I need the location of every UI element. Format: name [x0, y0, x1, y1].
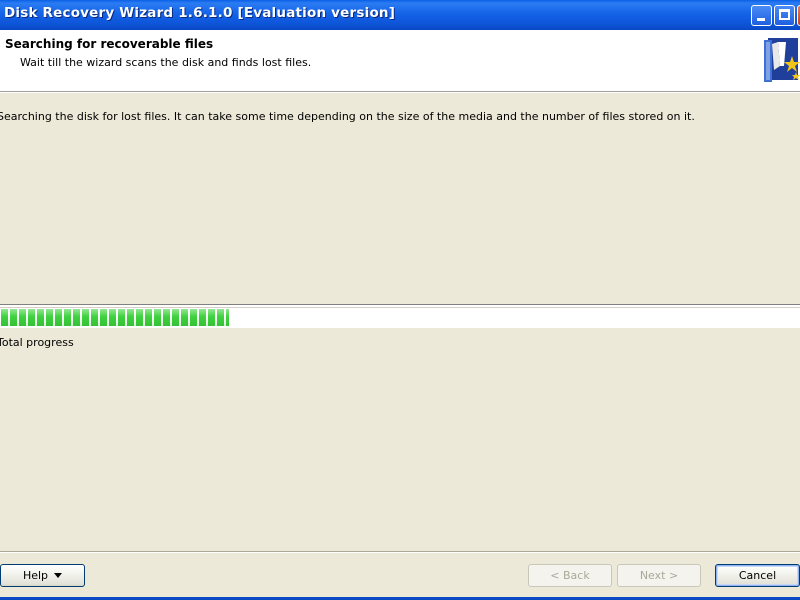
scan-description: Searching the disk for lost files. It ca… — [0, 110, 695, 123]
cancel-button[interactable]: Cancel — [715, 564, 800, 587]
total-progress-bar — [0, 304, 800, 328]
wizard-window: Disk Recovery Wizard 1.6.1.0 [Evaluation… — [0, 0, 800, 600]
next-button[interactable]: Next > — [617, 564, 701, 587]
window-title: Disk Recovery Wizard 1.6.1.0 [Evaluation… — [4, 5, 396, 21]
page-subtitle: Wait till the wizard scans the disk and … — [20, 56, 312, 69]
help-button-label: Help — [22, 569, 49, 582]
progress-fill — [1, 309, 229, 326]
maximize-icon — [779, 9, 790, 20]
wizard-book-icon — [764, 38, 800, 82]
progress-label: Total progress — [0, 336, 74, 349]
wizard-header: Searching for recoverable files Wait til… — [0, 30, 800, 92]
maximize-button[interactable] — [774, 5, 795, 26]
help-button[interactable]: Help — [0, 564, 85, 587]
dropdown-caret-icon — [54, 572, 63, 578]
title-bar[interactable]: Disk Recovery Wizard 1.6.1.0 [Evaluation… — [0, 0, 800, 30]
minimize-icon — [757, 18, 765, 21]
header-separator — [0, 92, 800, 93]
minimize-button[interactable] — [751, 5, 772, 26]
page-title: Searching for recoverable files — [5, 37, 214, 51]
back-button[interactable]: < Back — [528, 564, 612, 587]
